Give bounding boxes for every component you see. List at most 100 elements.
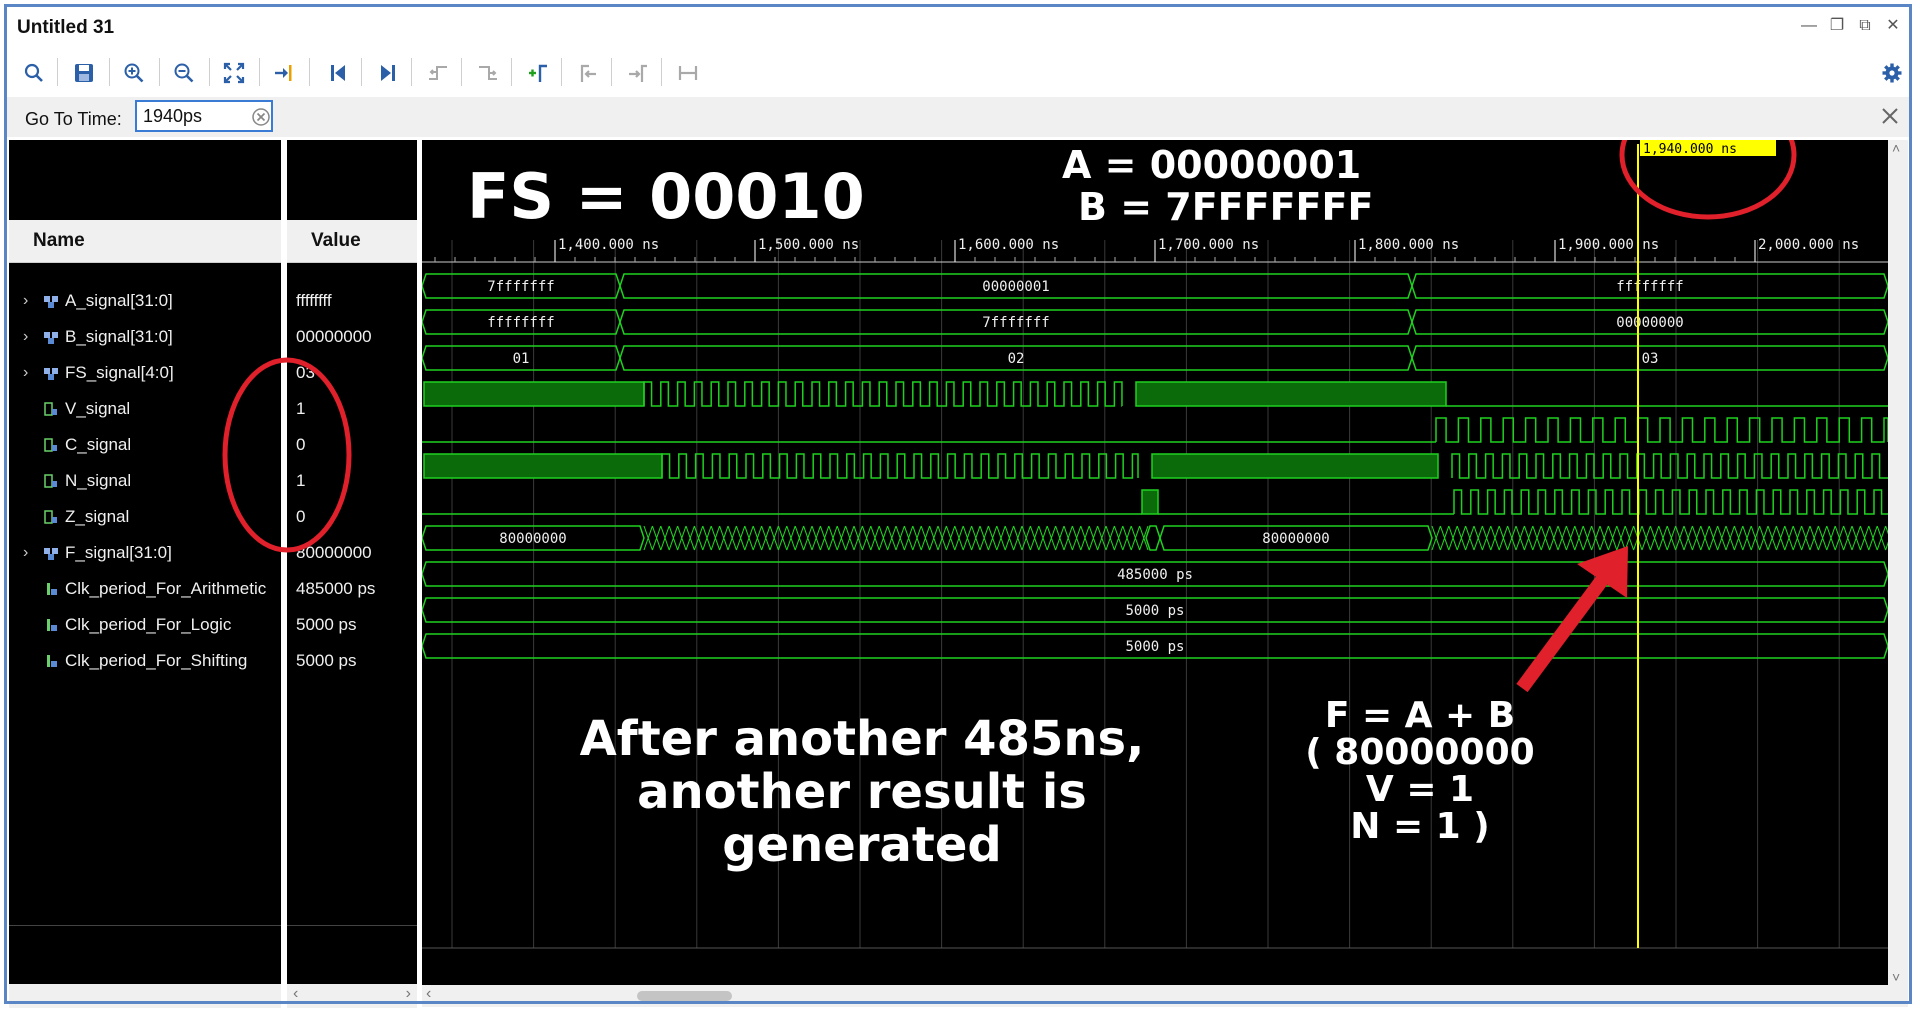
close-icon[interactable]: ✕ xyxy=(1884,17,1902,35)
bit-high-region xyxy=(1135,381,1447,407)
bus-value-label: 7fffffff xyxy=(487,279,554,295)
bus-transition-hatch xyxy=(643,525,1149,551)
bus-value-label: 485000 ps xyxy=(1117,567,1193,583)
expand-chevron-icon[interactable]: › xyxy=(23,355,37,391)
expand-chevron-icon[interactable]: › xyxy=(23,319,37,355)
signal-value: 5000 ps xyxy=(296,651,357,670)
signal-name: N_signal xyxy=(65,471,132,490)
go-to-time-bar: Go To Time: xyxy=(7,97,1909,137)
zoom-out-icon[interactable] xyxy=(171,60,197,86)
minimize-icon[interactable]: — xyxy=(1800,17,1818,35)
waveform-area[interactable]: 1,400.000 ns 1,500.000 ns 1,600.000 ns 1,70… xyxy=(422,140,1888,985)
main-annotation-line-3: generated xyxy=(722,817,1002,873)
next-marker-icon[interactable] xyxy=(625,60,651,86)
bit-high-region xyxy=(1141,489,1159,515)
swap-cursors-icon[interactable] xyxy=(675,60,701,86)
bit-high-region xyxy=(1151,453,1439,479)
expand-chevron-icon[interactable]: › xyxy=(23,283,37,319)
bus-segment xyxy=(1145,525,1161,551)
scroll-up-icon[interactable]: ˄ xyxy=(1892,140,1900,156)
value-annotation-ellipse xyxy=(222,357,352,553)
parameter-icon xyxy=(47,655,57,667)
settings-icon[interactable] xyxy=(1879,60,1905,86)
previous-transition-icon[interactable] xyxy=(425,60,451,86)
clear-input-icon[interactable] xyxy=(251,107,271,127)
tick-label: 1,600.000 ns xyxy=(958,237,1059,253)
maximize-icon[interactable]: ⧉ xyxy=(1856,17,1874,35)
go-to-end-icon[interactable] xyxy=(375,60,401,86)
bus-value-label: 80000000 xyxy=(499,531,566,547)
signal-value: 5000 ps xyxy=(296,615,357,634)
tick-label: 2,000.000 ns xyxy=(1758,237,1859,253)
expand-chevron-icon[interactable]: › xyxy=(23,535,37,571)
bit-pulse-train xyxy=(643,381,1123,407)
bus-value-label: 00000000 xyxy=(1616,315,1683,331)
bus-signal-icon xyxy=(44,368,58,380)
main-annotation-line-2: another result is xyxy=(637,764,1087,820)
scroll-down-icon[interactable]: ˅ xyxy=(1892,969,1900,985)
signal-names-panel: Name › A_signal[31:0] › B_signal[31:0] › FS_s… xyxy=(9,140,281,1008)
waveform-scroll-thumb[interactable] xyxy=(637,991,732,1001)
restore-icon[interactable]: ❐ xyxy=(1828,17,1846,35)
bit-signal-icon xyxy=(44,438,57,452)
bus-value-label: 01 xyxy=(513,351,530,367)
signal-name: Clk_period_For_Logic xyxy=(65,615,232,634)
formula-line-4: N = 1 ) xyxy=(1350,806,1489,847)
zoom-in-icon[interactable] xyxy=(121,60,147,86)
close-go-to-bar-icon[interactable] xyxy=(1879,105,1901,127)
bus-signal-icon xyxy=(44,332,58,344)
signal-value: 485000 ps xyxy=(296,579,376,598)
signal-name: FS_signal[4:0] xyxy=(65,363,174,382)
tick-label: 1,500.000 ns xyxy=(758,237,859,253)
signal-row[interactable]: Clk_period_For_Logic xyxy=(9,607,281,643)
bit-pulse-train xyxy=(1451,453,1888,479)
b-value-annotation: B = 7FFFFFFF xyxy=(1078,185,1373,229)
signal-name: B_signal[31:0] xyxy=(65,327,173,346)
bus-value-label: 5000 ps xyxy=(1125,603,1184,619)
parameter-icon xyxy=(47,583,57,595)
names-horizontal-scrollbar[interactable] xyxy=(9,984,281,1008)
signal-value: ffffffff xyxy=(296,291,332,310)
tick-label: 1,800.000 ns xyxy=(1358,237,1459,253)
wave-scroll-left-icon[interactable]: ‹ xyxy=(426,985,431,1003)
signal-name: A_signal[31:0] xyxy=(65,291,173,310)
bit-high-region xyxy=(423,453,663,479)
waveform-horizontal-scrollbar[interactable]: ‹ xyxy=(422,985,1908,1007)
title-bar: Untitled 31 — ❐ ⧉ ✕ xyxy=(7,7,1909,47)
bus-value-label: ffffffff xyxy=(487,315,554,331)
bit-pulse-train xyxy=(1435,417,1888,443)
search-icon[interactable] xyxy=(21,60,47,86)
waveform-vertical-scrollbar[interactable]: ˄ ˅ xyxy=(1888,140,1908,985)
zoom-fit-icon[interactable] xyxy=(221,60,247,86)
save-icon[interactable] xyxy=(71,60,97,86)
bit-signal-icon xyxy=(44,474,57,488)
signal-row[interactable]: Clk_period_For_Shifting xyxy=(9,643,281,679)
tick-label: 1,700.000 ns xyxy=(1158,237,1259,253)
next-transition-icon[interactable] xyxy=(475,60,501,86)
bit-signal-icon xyxy=(44,402,57,416)
bus-value-label: 02 xyxy=(1008,351,1025,367)
tick-label: 1,900.000 ns xyxy=(1558,237,1659,253)
previous-marker-icon[interactable] xyxy=(575,60,601,86)
bus-value-label: 00000001 xyxy=(982,279,1049,295)
value-column-header[interactable]: Value xyxy=(287,220,417,263)
signal-row[interactable]: › A_signal[31:0] xyxy=(9,283,281,319)
formula-line-2: ( 80000000 xyxy=(1305,732,1534,773)
values-horizontal-scrollbar[interactable]: ‹ › xyxy=(287,984,417,1008)
scroll-right-icon[interactable]: › xyxy=(406,985,411,1003)
main-annotation-line-1: After another 485ns, xyxy=(580,711,1145,767)
name-column-label: Name xyxy=(33,230,85,251)
signal-row[interactable]: Clk_period_For_Arithmetic xyxy=(9,571,281,607)
bus-signal-icon xyxy=(44,548,58,560)
signal-name: Z_signal xyxy=(65,507,130,526)
scroll-left-icon[interactable]: ‹ xyxy=(293,985,298,1003)
bit-pulse-train xyxy=(661,453,1139,479)
signal-name: Clk_period_For_Shifting xyxy=(65,651,248,670)
parameter-icon xyxy=(47,619,57,631)
waveform-canvas[interactable]: 1,400.000 ns 1,500.000 ns 1,600.000 ns 1,70… xyxy=(422,140,1888,985)
go-to-cursor-icon[interactable] xyxy=(271,60,297,86)
add-marker-icon[interactable] xyxy=(525,60,551,86)
name-column-header[interactable]: Name xyxy=(9,220,281,263)
go-to-start-icon[interactable] xyxy=(325,60,351,86)
signal-name: C_signal xyxy=(65,435,132,454)
